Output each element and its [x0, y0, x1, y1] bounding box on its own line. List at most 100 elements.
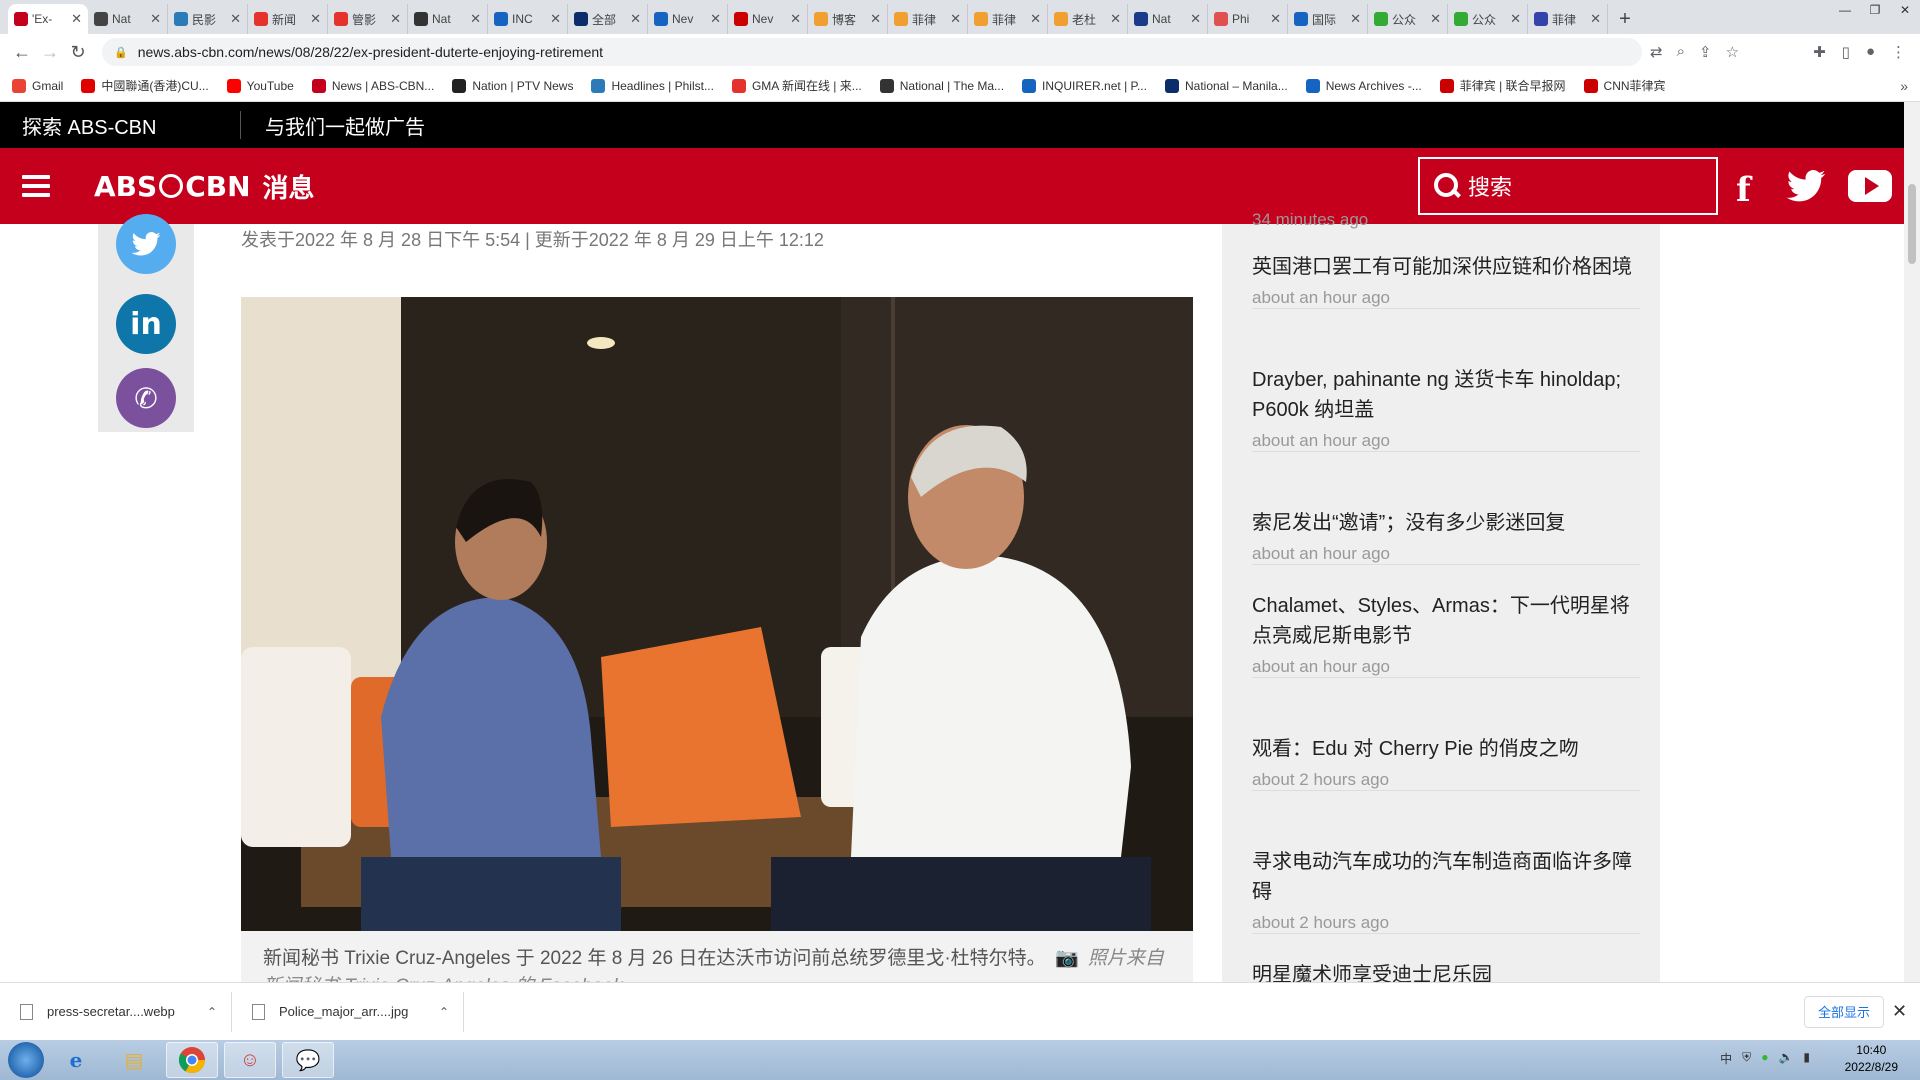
bookmark-item[interactable]: National – Manila...: [1164, 78, 1288, 93]
browser-tab[interactable]: Nev ✕: [728, 4, 808, 34]
download-item[interactable]: press-secretar....webp ⌃: [0, 991, 232, 1032]
tab-close-icon[interactable]: ✕: [470, 11, 481, 27]
news-title[interactable]: 观看：Edu 对 Cherry Pie 的俏皮之吻: [1252, 734, 1640, 764]
sidebar-news-item[interactable]: 明星魔术师享受迪士尼乐园about 2 hours ago: [1252, 960, 1640, 982]
extensions-icon[interactable]: ✚: [1813, 43, 1826, 61]
browser-tab[interactable]: 公众 ✕: [1448, 4, 1528, 34]
news-title[interactable]: Drayber, pahinante ng 送货卡车 hinoldap; P60…: [1252, 365, 1640, 425]
tab-close-icon[interactable]: ✕: [870, 11, 881, 27]
profile-avatar-icon[interactable]: ●: [1866, 43, 1875, 61]
shield-icon[interactable]: ⛨: [1742, 1050, 1751, 1067]
sidepanel-icon[interactable]: ▯: [1842, 43, 1850, 61]
show-all-downloads-button[interactable]: 全部显示: [1804, 995, 1884, 1028]
article-photo[interactable]: [241, 297, 1193, 931]
bookmark-item[interactable]: News | ABS-CBN...: [311, 78, 434, 93]
tab-close-icon[interactable]: ✕: [1030, 11, 1041, 27]
sidebar-news-item[interactable]: 英国港口罢工有可能加深供应链和价格困境 about an hour ago: [1252, 252, 1640, 309]
chevron-up-icon[interactable]: ⌃: [207, 1005, 217, 1019]
tab-close-icon[interactable]: ✕: [310, 11, 321, 27]
bookmark-item[interactable]: Nation | PTV News: [452, 78, 573, 93]
back-button[interactable]: ←: [8, 42, 36, 63]
menu-kebab-icon[interactable]: ⋮: [1891, 43, 1906, 61]
tab-close-icon[interactable]: ✕: [790, 11, 801, 27]
tab-close-icon[interactable]: ✕: [150, 11, 161, 27]
app-cat-icon[interactable]: ☺: [224, 1042, 276, 1078]
browser-tab[interactable]: 民影 ✕: [168, 4, 248, 34]
download-item[interactable]: Police_major_arr....jpg ⌃: [232, 991, 464, 1032]
sidebar-news-item[interactable]: Chalamet、Styles、Armas：下一代明星将点亮威尼斯电影节 abou…: [1252, 591, 1640, 678]
minimize-button[interactable]: —: [1830, 0, 1860, 20]
bookmark-item[interactable]: Gmail: [12, 78, 63, 93]
hamburger-menu-icon[interactable]: [22, 170, 50, 202]
browser-tab[interactable]: 'Ex- ✕: [8, 4, 88, 34]
bookmark-item[interactable]: 菲律宾 | 联合早报网: [1439, 77, 1566, 94]
bookmark-item[interactable]: YouTube: [226, 78, 294, 93]
bookmark-item[interactable]: GMA 新闻在线 | 来...: [731, 77, 862, 94]
twitter-share-icon[interactable]: [116, 214, 176, 274]
tab-close-icon[interactable]: ✕: [230, 11, 241, 27]
tab-close-icon[interactable]: ✕: [1510, 11, 1521, 27]
share-icon[interactable]: ⇪: [1699, 43, 1712, 61]
bookmark-item[interactable]: Headlines | Philst...: [591, 78, 714, 93]
tab-close-icon[interactable]: ✕: [1590, 11, 1601, 27]
chrome-icon[interactable]: [166, 1042, 218, 1078]
site-search-box[interactable]: 搜索: [1418, 157, 1718, 215]
bookmark-item[interactable]: National | The Ma...: [879, 78, 1004, 93]
reload-button[interactable]: ↻: [64, 42, 92, 63]
volume-icon[interactable]: 🔈: [1778, 1050, 1793, 1067]
browser-tab[interactable]: 菲律 ✕: [1528, 4, 1608, 34]
viber-share-icon[interactable]: ✆: [116, 368, 176, 428]
bookmark-item[interactable]: 中國聯通(香港)CU...: [81, 77, 209, 94]
twitter-icon[interactable]: [1784, 170, 1828, 202]
sidebar-news-item[interactable]: Drayber, pahinante ng 送货卡车 hinoldap; P60…: [1252, 365, 1640, 452]
tab-close-icon[interactable]: ✕: [1190, 11, 1201, 27]
tab-close-icon[interactable]: ✕: [1110, 11, 1121, 27]
ie-icon[interactable]: e: [50, 1042, 102, 1078]
linkedin-share-icon[interactable]: in: [116, 294, 176, 354]
tab-close-icon[interactable]: ✕: [1350, 11, 1361, 27]
browser-tab[interactable]: 管影 ✕: [328, 4, 408, 34]
facebook-icon[interactable]: f: [1736, 170, 1751, 210]
new-tab-button[interactable]: +: [1608, 4, 1642, 34]
network-icon[interactable]: ▮: [1803, 1050, 1810, 1067]
site-logo[interactable]: ABS CBN 消息: [94, 168, 315, 205]
news-title[interactable]: 明星魔术师享受迪士尼乐园: [1252, 960, 1640, 982]
more-bookmarks-icon[interactable]: »: [1900, 78, 1908, 94]
zoom-icon[interactable]: ⌕: [1677, 43, 1685, 61]
browser-tab[interactable]: 公众 ✕: [1368, 4, 1448, 34]
start-button[interactable]: [8, 1042, 44, 1078]
forward-button[interactable]: →: [36, 42, 64, 63]
news-title[interactable]: 寻求电动汽车成功的汽车制造商面临许多障碍: [1252, 847, 1640, 907]
scrollbar-thumb[interactable]: [1908, 184, 1916, 264]
wechat-icon[interactable]: 💬: [282, 1042, 334, 1078]
restore-button[interactable]: ❐: [1860, 0, 1890, 20]
wechat-tray-icon[interactable]: ●: [1761, 1050, 1768, 1067]
browser-tab[interactable]: 菲律 ✕: [888, 4, 968, 34]
advertise-link[interactable]: 与我们一起做广告: [265, 111, 425, 140]
tab-close-icon[interactable]: ✕: [710, 11, 721, 27]
news-title[interactable]: Chalamet、Styles、Armas：下一代明星将点亮威尼斯电影节: [1252, 591, 1640, 651]
news-title[interactable]: 索尼发出“邀请”；没有多少影迷回复: [1252, 508, 1640, 538]
browser-tab[interactable]: INC ✕: [488, 4, 568, 34]
tab-close-icon[interactable]: ✕: [1430, 11, 1441, 27]
tab-close-icon[interactable]: ✕: [630, 11, 641, 27]
youtube-icon[interactable]: [1848, 170, 1892, 202]
bookmark-item[interactable]: INQUIRER.net | P...: [1022, 78, 1147, 93]
page-scrollbar[interactable]: [1904, 102, 1920, 982]
browser-tab[interactable]: Nat ✕: [1128, 4, 1208, 34]
translate-icon[interactable]: ⇄: [1650, 43, 1663, 61]
bookmark-item[interactable]: CNN菲律宾: [1583, 77, 1666, 94]
browser-tab[interactable]: 新闻 ✕: [248, 4, 328, 34]
browser-tab[interactable]: Nat ✕: [88, 4, 168, 34]
sidebar-news-item[interactable]: 观看：Edu 对 Cherry Pie 的俏皮之吻 about 2 hours a…: [1252, 734, 1640, 791]
bookmark-item[interactable]: News Archives -...: [1305, 78, 1422, 93]
taskbar-clock[interactable]: 10:40 2022/8/29: [1845, 1042, 1898, 1076]
browser-tab[interactable]: 全部 ✕: [568, 4, 648, 34]
tab-close-icon[interactable]: ✕: [1270, 11, 1281, 27]
tab-close-icon[interactable]: ✕: [71, 11, 82, 27]
explorer-folder-icon[interactable]: ▤: [108, 1042, 160, 1078]
explore-link[interactable]: 探索 ABS-CBN: [0, 111, 240, 140]
browser-tab[interactable]: 国际 ✕: [1288, 4, 1368, 34]
tab-close-icon[interactable]: ✕: [950, 11, 961, 27]
news-title[interactable]: 英国港口罢工有可能加深供应链和价格困境: [1252, 252, 1640, 282]
